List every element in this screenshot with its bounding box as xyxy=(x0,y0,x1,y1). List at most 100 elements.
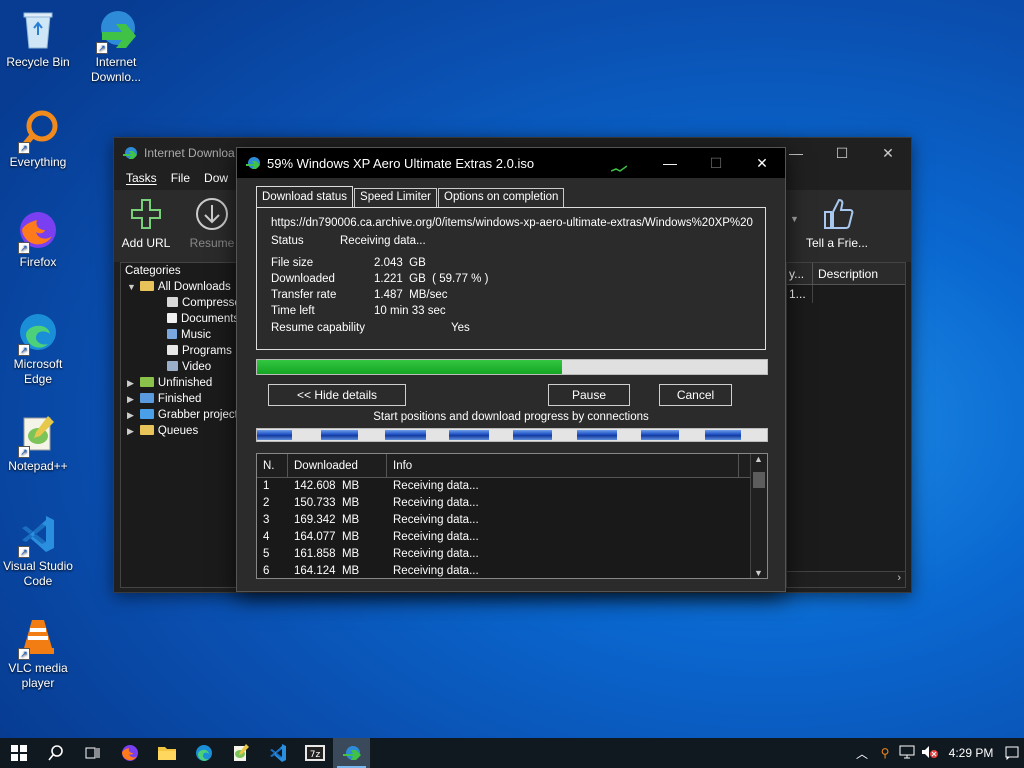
table-row[interactable]: 6 164.124 MB Receiving data... xyxy=(257,563,767,580)
document-icon xyxy=(167,313,177,323)
add-url-button[interactable]: Add URL xyxy=(116,196,176,250)
desktop-icon-notepadpp[interactable]: ↗ Notepad++ xyxy=(2,412,74,474)
expand-icon[interactable]: ▶ xyxy=(127,378,134,388)
everything-tray-icon[interactable]: ⚲ xyxy=(874,746,896,760)
maximize-icon[interactable]: ☐ xyxy=(693,148,739,178)
tab-download-status[interactable]: Download status xyxy=(256,186,354,207)
categories-panel: Categories ▼ All Downloads Compressed Doc… xyxy=(120,262,247,588)
hide-details-button[interactable]: << Hide details xyxy=(268,384,406,406)
menu-tasks[interactable]: Tasks xyxy=(126,171,157,185)
category-compressed[interactable]: Compressed xyxy=(121,295,247,311)
desktop-icon-label: Microsoft Edge xyxy=(13,357,63,386)
taskbar-7zip[interactable]: 7z xyxy=(296,738,333,768)
collapse-icon[interactable]: ▼ xyxy=(127,282,136,292)
desktop-icon-vscode[interactable]: ↗ Visual Studio Code xyxy=(2,512,74,589)
add-url-label: Add URL xyxy=(121,236,171,250)
cell-info: Receiving data... xyxy=(393,480,479,492)
table-row[interactable]: 3 169.342 MB Receiving data... xyxy=(257,512,767,529)
search-button[interactable] xyxy=(37,738,74,768)
scroll-up-icon[interactable]: ▲ xyxy=(754,454,763,464)
category-label: Programs xyxy=(182,345,232,357)
connection-segment xyxy=(321,430,358,440)
downloaded-label: Downloaded xyxy=(271,273,335,285)
scroll-down-icon[interactable]: ▼ xyxy=(754,568,763,578)
download-list[interactable]: y... Description 1... › xyxy=(786,262,906,588)
desktop-icon-recycle-bin[interactable]: Recycle Bin xyxy=(2,8,74,70)
list-item[interactable]: 1... xyxy=(787,285,905,303)
category-video[interactable]: Video xyxy=(121,359,237,375)
column-header-number[interactable]: N. xyxy=(257,454,288,477)
taskbar-idm[interactable] xyxy=(333,738,370,768)
column-header-downloaded[interactable]: Downloaded xyxy=(288,454,387,477)
scroll-right-icon[interactable]: › xyxy=(897,572,901,584)
desktop-icon-internet-download-manager[interactable]: ↗ Internet Downlo... xyxy=(80,8,152,85)
category-all-downloads[interactable]: ▼ All Downloads xyxy=(121,279,237,295)
maximize-icon[interactable]: ☐ xyxy=(819,138,865,168)
desktop-icon-vlc[interactable]: ↗ VLC media player xyxy=(2,614,74,691)
transfer-rate-value: 1.487 MB/sec xyxy=(374,289,448,301)
volume-muted-icon[interactable] xyxy=(918,745,942,762)
list-scrollbar-horizontal[interactable]: › xyxy=(787,571,905,587)
table-row[interactable]: 4 164.077 MB Receiving data... xyxy=(257,529,767,546)
show-desktop-button[interactable] xyxy=(1000,738,1024,768)
close-icon[interactable]: ✕ xyxy=(865,138,911,168)
task-view-button[interactable] xyxy=(74,738,111,768)
category-music[interactable]: Music xyxy=(121,327,237,343)
tab-speed-limiter[interactable]: Speed Limiter xyxy=(354,188,437,207)
desktop-icon-everything[interactable]: ↗ Everything xyxy=(2,108,74,170)
cell-number: 5 xyxy=(263,548,270,560)
column-header-description[interactable]: Description xyxy=(813,263,878,284)
connections-table[interactable]: N. Downloaded Info 1 142.608 MB Receiving … xyxy=(256,453,768,579)
taskbar-notepadpp[interactable] xyxy=(222,738,259,768)
category-documents[interactable]: Documents xyxy=(121,311,239,327)
category-grabber-projects[interactable]: ▶ Grabber project xyxy=(121,407,238,423)
category-programs[interactable]: Programs xyxy=(121,343,237,359)
minimize-icon[interactable]: — xyxy=(647,148,693,178)
table-row[interactable]: 5 161.858 MB Receiving data... xyxy=(257,546,767,563)
downloaded-row: Downloaded 1.221 GB ( 59.77 % ) xyxy=(271,273,488,285)
chevron-up-icon[interactable]: ︿ xyxy=(850,745,874,762)
scrollbar-thumb[interactable] xyxy=(753,472,765,488)
taskbar-firefox[interactable] xyxy=(111,738,148,768)
menu-file[interactable]: File xyxy=(171,171,190,185)
connections-label: Start positions and download progress by… xyxy=(373,411,649,423)
column-header-date[interactable]: y... xyxy=(787,263,813,284)
connection-segment xyxy=(513,430,552,440)
table-row[interactable]: 2 150.733 MB Receiving data... xyxy=(257,495,767,512)
desktop-icon-firefox[interactable]: ↗ Firefox xyxy=(2,208,74,270)
vscode-icon: ↗ xyxy=(16,512,60,558)
cell-downloaded: 164.124 MB xyxy=(294,565,360,577)
tab-options-on-completion[interactable]: Options on completion xyxy=(438,188,565,207)
cancel-button[interactable]: Cancel xyxy=(659,384,732,406)
expand-icon[interactable]: ▶ xyxy=(127,410,134,420)
pause-button[interactable]: Pause xyxy=(548,384,630,406)
vlc-icon: ↗ xyxy=(16,614,60,660)
tell-a-friend-button[interactable]: Tell a Frie... xyxy=(804,196,870,250)
column-header-info[interactable]: Info xyxy=(387,454,739,477)
resume-button[interactable]: Resume xyxy=(182,196,242,250)
idm-icon xyxy=(123,147,137,159)
expand-icon[interactable]: ▶ xyxy=(127,394,134,404)
resume-capability-row: Resume capability Yes xyxy=(271,322,470,334)
cell-downloaded: 161.858 MB xyxy=(294,548,360,560)
desktop-icon-edge[interactable]: ↗ Microsoft Edge xyxy=(2,310,74,387)
start-button[interactable] xyxy=(0,738,37,768)
category-unfinished[interactable]: ▶ Unfinished xyxy=(121,375,237,391)
network-icon[interactable] xyxy=(896,745,918,762)
downloaded-value: 1.221 GB ( 59.77 % ) xyxy=(374,273,489,285)
taskbar-file-explorer[interactable] xyxy=(148,738,185,768)
table-row[interactable]: 1 142.608 MB Receiving data... xyxy=(257,478,767,495)
plus-icon xyxy=(128,196,164,232)
taskbar-vscode[interactable] xyxy=(259,738,296,768)
expand-icon[interactable]: ▶ xyxy=(127,426,134,436)
close-icon[interactable]: ✕ xyxy=(739,148,785,178)
category-finished[interactable]: ▶ Finished xyxy=(121,391,237,407)
menu-downloads[interactable]: Dow xyxy=(204,171,228,185)
cell-downloaded: 164.077 MB xyxy=(294,531,360,543)
taskbar-edge[interactable] xyxy=(185,738,222,768)
clock[interactable]: 4:29 PM xyxy=(942,746,1000,760)
table-vertical-scrollbar[interactable]: ▲ ▼ xyxy=(750,454,767,578)
category-queues[interactable]: ▶ Queues xyxy=(121,423,237,439)
chevron-down-icon[interactable]: ▼ xyxy=(790,214,799,224)
download-progress-dialog[interactable]: 59% Windows XP Aero Ultimate Extras 2.0.… xyxy=(236,147,786,592)
